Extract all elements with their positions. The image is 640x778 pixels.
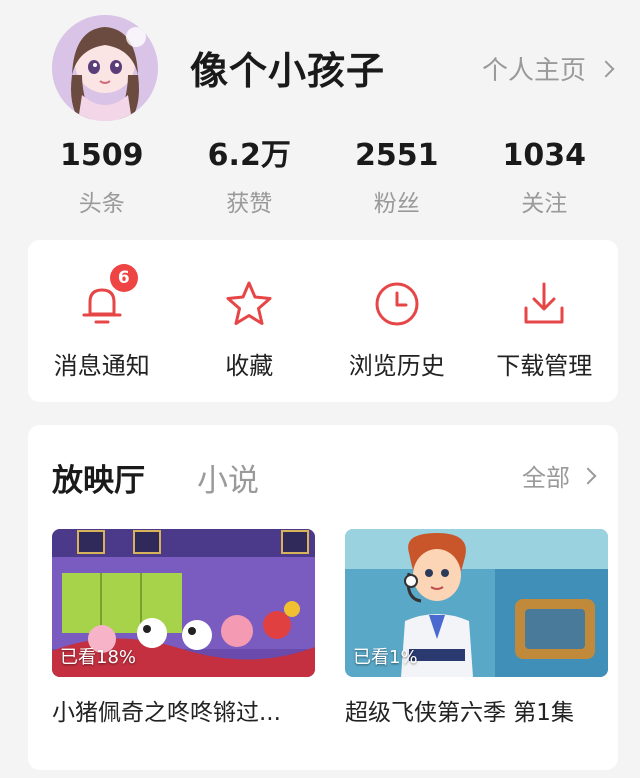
view-all-label: 全部 <box>522 464 570 492</box>
stat-value: 1509 <box>60 138 144 173</box>
stat-likes[interactable]: 6.2万 获赞 <box>179 138 319 218</box>
action-label: 下载管理 <box>496 352 593 380</box>
stat-value: 6.2万 <box>207 138 291 173</box>
tab-cinema[interactable]: 放映厅 <box>52 455 145 500</box>
username: 像个小孩子 <box>190 49 386 93</box>
view-all-link[interactable]: 全部 <box>522 458 597 493</box>
stat-label: 头条 <box>78 191 125 217</box>
chevron-right-icon <box>597 60 615 77</box>
watch-progress-label: 已看18% <box>60 647 137 668</box>
notifications-button[interactable]: 6 消息通知 <box>32 240 172 402</box>
video-title: 小猪佩奇之咚咚锵过... <box>52 700 281 726</box>
bell-icon: 6 <box>76 264 138 330</box>
history-button[interactable]: 浏览历史 <box>327 240 467 402</box>
video-title: 超级飞侠第六季 第1集 <box>345 700 574 726</box>
video-item[interactable]: 已看1% 超级飞侠第六季 第1集 <box>345 529 608 727</box>
downloads-button[interactable]: 下载管理 <box>474 240 614 402</box>
tab-novels[interactable]: 小说 <box>197 455 259 500</box>
avatar-image <box>52 15 158 121</box>
profile-page-link[interactable]: 个人主页 <box>481 50 615 87</box>
stat-label: 粉丝 <box>373 191 420 217</box>
stat-label: 获赞 <box>226 191 273 217</box>
avatar[interactable] <box>52 15 158 121</box>
action-label: 浏览历史 <box>348 352 445 380</box>
stat-headlines[interactable]: 1509 头条 <box>32 138 172 218</box>
stat-value: 1034 <box>502 138 587 173</box>
action-label: 收藏 <box>225 352 274 380</box>
profile-link-label: 个人主页 <box>481 56 586 86</box>
star-icon <box>223 278 275 330</box>
quick-actions-card: 6 消息通知 收藏 浏览历史 下载管理 <box>28 240 618 402</box>
watch-progress-label: 已看1% <box>353 647 418 668</box>
clock-icon <box>371 278 423 330</box>
stats-row: 1509 头条 6.2万 获赞 2551 粉丝 1034 关注 <box>28 138 618 218</box>
video-item[interactable]: 已看18% 小猪佩奇之咚咚锵过... <box>52 529 315 727</box>
action-label: 消息通知 <box>53 352 150 380</box>
chevron-right-icon <box>579 467 597 484</box>
profile-header: 像个小孩子 个人主页 1509 头条 6.2万 获赞 2551 粉丝 1034 … <box>0 0 640 235</box>
favorites-button[interactable]: 收藏 <box>179 240 319 402</box>
notification-badge: 6 <box>109 264 138 292</box>
stat-value: 2551 <box>355 138 439 173</box>
video-list: 已看18% 小猪佩奇之咚咚锵过... 已看1% 超级飞侠第六季 第1集 <box>52 529 608 727</box>
cinema-tabs: 放映厅 小说 <box>52 455 259 500</box>
stat-following[interactable]: 1034 关注 <box>474 138 614 218</box>
stat-followers[interactable]: 2551 粉丝 <box>327 138 467 218</box>
stat-label: 关注 <box>521 191 568 217</box>
download-icon <box>518 278 570 330</box>
cinema-card: 放映厅 小说 全部 已看18% 小猪佩奇之咚咚锵过... 已看1% 超级飞侠第六… <box>28 425 618 770</box>
video-thumbnail[interactable]: 已看18% <box>52 529 315 677</box>
video-thumbnail[interactable]: 已看1% <box>345 529 608 677</box>
